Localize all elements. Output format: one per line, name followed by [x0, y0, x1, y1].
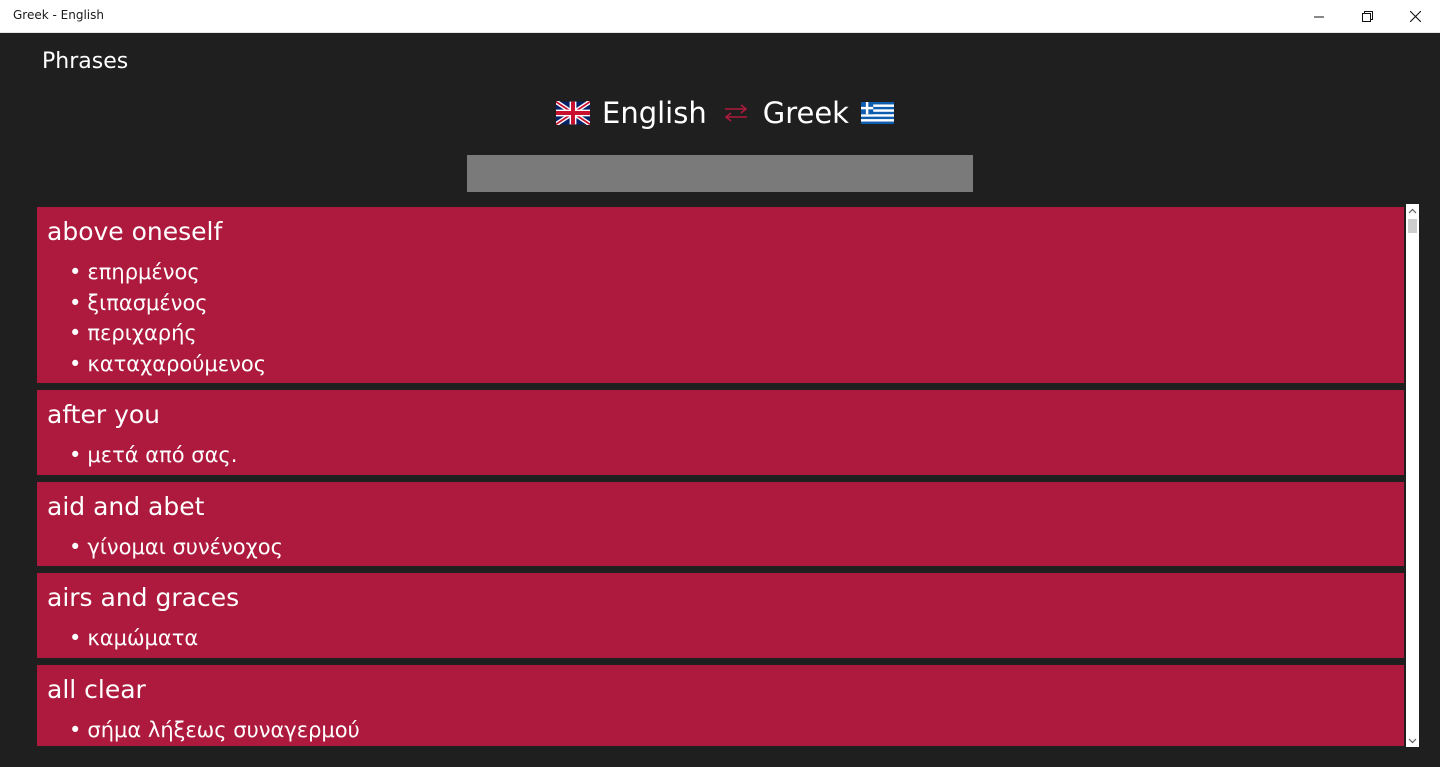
chevron-up-icon	[1408, 208, 1417, 213]
translation-text: επηρμένος	[87, 260, 200, 284]
scrollbar[interactable]	[1406, 204, 1419, 747]
phrase-card[interactable]: above oneself • επηρμένος • ξιπασμένος • περιχ…	[37, 207, 1404, 383]
translation-item: • καμώματα	[47, 623, 1394, 654]
phrase-card[interactable]: all clear • σήμα λήξεως συναγερμού	[37, 664, 1404, 746]
language-switcher: English Greek	[556, 93, 894, 133]
close-icon	[1409, 11, 1421, 22]
phrase-term: all clear	[47, 674, 146, 704]
translation-item: • επηρμένος	[47, 257, 1394, 288]
greek-flag-icon[interactable]	[860, 101, 894, 125]
translation-item: • καταχαρούμενος	[47, 349, 1394, 380]
scroll-down-button[interactable]	[1406, 734, 1419, 747]
bullet-icon: •	[69, 534, 82, 559]
translation-item: • σήμα λήξεως συναγερμού	[47, 715, 1394, 746]
translation-text: ξιπασμένος	[87, 290, 208, 315]
phrase-term: above oneself	[47, 217, 223, 246]
bullet-icon: •	[69, 717, 82, 742]
translation-item: • γίνομαι συνένοχος	[47, 532, 1394, 563]
restore-icon	[1361, 11, 1373, 22]
translation-item: • μετά από σας.	[47, 440, 1394, 471]
translation-text: περιχαρής	[87, 321, 197, 345]
scroll-thumb[interactable]	[1408, 219, 1417, 233]
translation-list: • καμώματα	[47, 623, 1394, 654]
phrase-card[interactable]: aid and abet • γίνομαι συνένοχος	[37, 481, 1404, 566]
phrase-list[interactable]: above oneself • επηρμένος • ξιπασμένος • περιχ…	[37, 207, 1404, 746]
phrase-term: aid and abet	[47, 491, 205, 521]
close-button[interactable]	[1392, 0, 1438, 33]
scroll-up-button[interactable]	[1406, 204, 1419, 217]
restore-button[interactable]	[1344, 0, 1390, 33]
bullet-icon: •	[69, 351, 82, 376]
app-window: Greek - English Phrases English Greek ab…	[0, 0, 1440, 767]
translation-text: καταχαρούμενος	[87, 351, 267, 376]
phrase-card[interactable]: after you • μετά από σας.	[37, 390, 1404, 475]
target-language-label[interactable]: Greek	[763, 96, 849, 130]
bullet-icon: •	[69, 290, 82, 315]
chevron-down-icon	[1408, 738, 1417, 743]
source-language-label[interactable]: English	[602, 96, 707, 130]
minimize-icon	[1314, 16, 1324, 17]
window-title: Greek - English	[13, 8, 104, 22]
search-input[interactable]	[467, 155, 973, 192]
translation-list: • επηρμένος • ξιπασμένος • περιχαρής • καταχαρο…	[47, 257, 1394, 379]
page-title: Phrases	[42, 49, 129, 74]
bullet-icon: •	[69, 260, 82, 284]
bullet-icon: •	[69, 626, 82, 650]
phrase-term: airs and graces	[47, 583, 240, 612]
translation-text: καμώματα	[87, 626, 199, 650]
swap-arrows-icon	[724, 104, 747, 122]
swap-languages-button[interactable]	[723, 103, 749, 123]
translation-list: • μετά από σας.	[47, 440, 1394, 471]
translation-list: • γίνομαι συνένοχος	[47, 532, 1394, 563]
bullet-icon: •	[69, 443, 82, 467]
translation-text: σήμα λήξεως συναγερμού	[87, 717, 360, 742]
translation-text: μετά από σας.	[87, 443, 238, 467]
bullet-icon: •	[69, 321, 82, 345]
translation-text: γίνομαι συνένοχος	[87, 534, 283, 559]
phrase-term: after you	[47, 400, 161, 429]
uk-flag-icon[interactable]	[556, 101, 590, 125]
translation-list: • σήμα λήξεως συναγερμού	[47, 715, 1394, 746]
translation-item: • ξιπασμένος	[47, 288, 1394, 319]
phrase-card[interactable]: airs and graces • καμώματα	[37, 573, 1404, 658]
translation-item: • περιχαρής	[47, 318, 1394, 349]
minimize-button[interactable]	[1296, 0, 1342, 33]
title-bar: Greek - English	[0, 0, 1440, 33]
